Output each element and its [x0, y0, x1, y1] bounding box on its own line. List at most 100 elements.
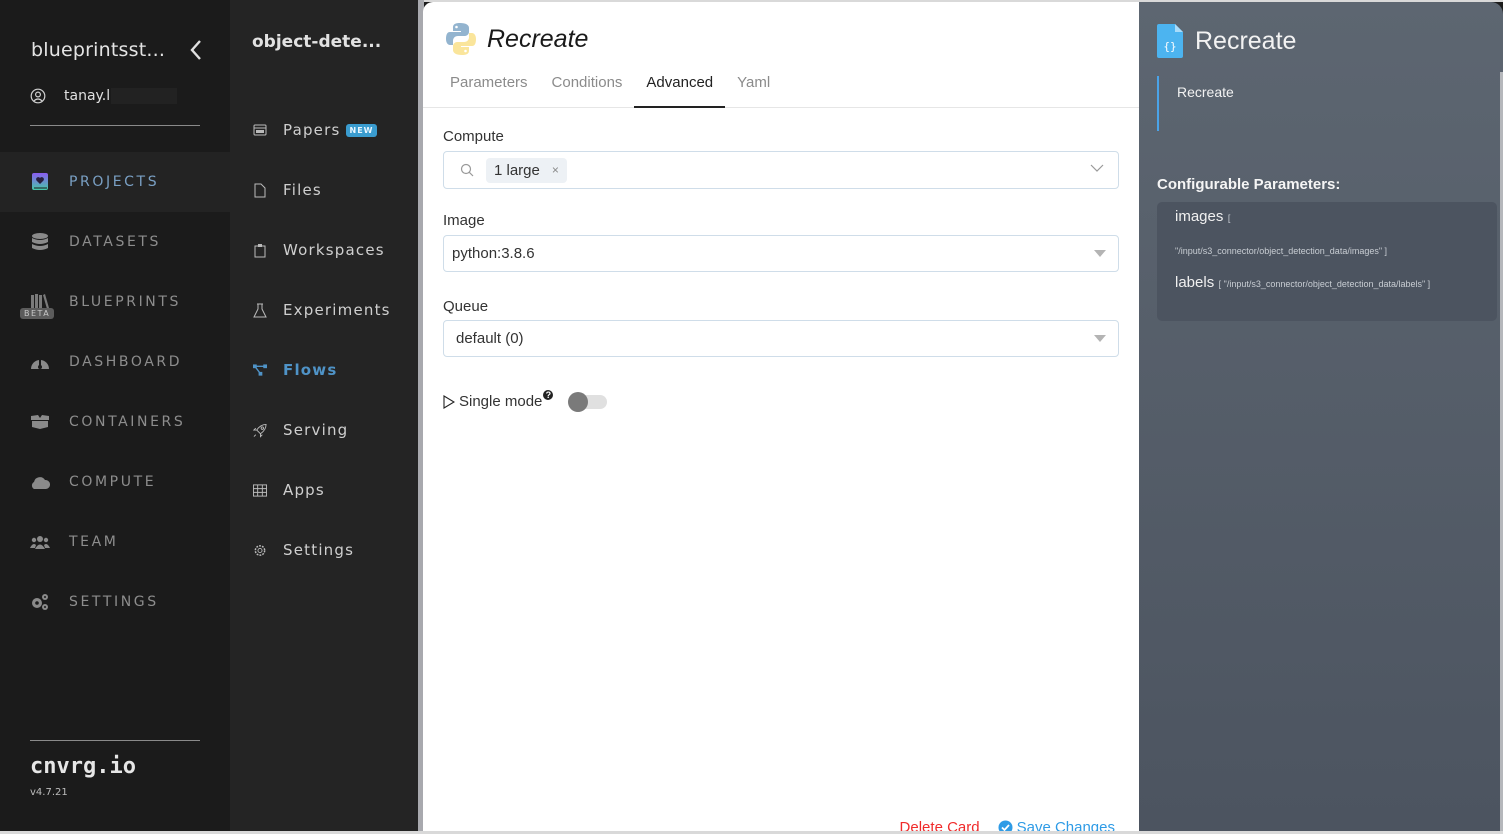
grid-icon — [253, 483, 267, 497]
database-icon — [30, 232, 50, 252]
nav-label: PROJECTS — [69, 174, 160, 190]
tab-bar: Parameters Conditions Advanced Yaml — [423, 64, 1139, 108]
nav-label: Settings — [283, 541, 355, 559]
nav-label: DASHBOARD — [69, 354, 183, 370]
param-name: images — [1175, 208, 1224, 225]
nav-label: BLUEPRINTS — [69, 294, 182, 310]
single-mode-toggle[interactable] — [568, 391, 608, 412]
user-menu[interactable]: tanay.l — [30, 88, 178, 104]
rocket-icon — [253, 423, 267, 438]
gear-icon — [253, 543, 267, 557]
help-icon[interactable]: ? — [543, 389, 554, 400]
tab-yaml[interactable]: Yaml — [725, 64, 782, 108]
team-icon — [30, 532, 50, 552]
info-header: {} Recreate — [1157, 24, 1296, 58]
nav-dashboard[interactable]: DASHBOARD — [0, 332, 230, 392]
image-select[interactable]: python:3.8.6 — [443, 235, 1119, 272]
project-nav-flows[interactable]: Flows — [230, 340, 418, 400]
cloud-icon — [30, 472, 50, 492]
project-nav-papers[interactable]: Papers NEW — [230, 100, 418, 160]
tab-conditions[interactable]: Conditions — [540, 64, 635, 108]
compute-select[interactable]: 1 large × — [443, 151, 1119, 189]
nav-label: Files — [283, 181, 322, 199]
card-description: Recreate — [1177, 84, 1234, 100]
project-nav-settings[interactable]: Settings — [230, 520, 418, 580]
params-list: images [ "/input/s3_connector/object_det… — [1157, 202, 1497, 321]
nav-label: Serving — [283, 421, 349, 439]
nav-team[interactable]: TEAM — [0, 512, 230, 572]
info-title: Recreate — [1195, 26, 1297, 55]
nav-label: Papers — [283, 121, 341, 139]
brand-logo[interactable]: cnvrg.io — [30, 754, 136, 779]
project-nav-serving[interactable]: Serving — [230, 400, 418, 460]
nav-blueprints[interactable]: BETA BLUEPRINTS — [0, 272, 230, 332]
divider — [30, 740, 200, 741]
nav-label: TEAM — [69, 534, 119, 550]
collapse-sidebar-button[interactable] — [186, 38, 206, 62]
tag-label: 1 large — [494, 161, 540, 179]
search-icon — [460, 163, 474, 177]
nav-label: COMPUTE — [69, 474, 157, 490]
project-nav: Papers NEW Files Workspaces Experiments … — [230, 100, 418, 580]
svg-text:{}: {} — [1163, 40, 1176, 53]
redacted-mask — [111, 88, 178, 104]
toggle-knob — [568, 391, 589, 412]
gears-icon — [30, 592, 50, 612]
single-mode-row: Single mode ? — [443, 389, 608, 412]
description-block: Recreate — [1157, 76, 1357, 131]
tab-parameters[interactable]: Parameters — [438, 64, 540, 108]
image-label: Image — [443, 212, 485, 229]
caret-down-icon — [1094, 335, 1106, 342]
org-row: blueprintsst... — [31, 38, 206, 62]
param-value: "/input/s3_connector/object_detection_da… — [1175, 246, 1388, 256]
papers-icon — [253, 123, 267, 137]
nav-containers[interactable]: CONTAINERS — [0, 392, 230, 452]
json-file-icon: {} — [1157, 24, 1183, 58]
param-row: labels [ "/input/s3_connector/object_det… — [1175, 274, 1479, 292]
nav-datasets[interactable]: DATASETS — [0, 212, 230, 272]
chevron-down-icon[interactable] — [1090, 163, 1104, 173]
nav-label: Workspaces — [283, 241, 385, 259]
queue-value: default (0) — [456, 330, 524, 347]
nav-label: SETTINGS — [69, 594, 159, 610]
user-name: tanay.l — [64, 88, 111, 104]
project-title[interactable]: object-dete... — [252, 32, 381, 52]
config-params-title: Configurable Parameters: — [1157, 176, 1341, 193]
single-mode-label: Single mode — [459, 393, 543, 410]
main-nav: PROJECTS DATASETS BETA BLUEPRINTS DASHBO… — [0, 152, 230, 632]
project-nav-apps[interactable]: Apps — [230, 460, 418, 520]
project-nav-workspaces[interactable]: Workspaces — [230, 220, 418, 280]
param-name: labels — [1175, 274, 1215, 291]
compute-label: Compute — [443, 128, 504, 145]
nav-label: Experiments — [283, 301, 391, 319]
project-nav-files[interactable]: Files — [230, 160, 418, 220]
card-title: Recreate — [487, 24, 589, 53]
play-icon — [443, 394, 455, 409]
flows-icon — [253, 363, 267, 377]
divider — [30, 125, 200, 126]
tag-remove-button[interactable]: × — [552, 163, 559, 177]
card-edit-panel: Recreate Parameters Conditions Advanced … — [423, 2, 1139, 834]
nav-compute[interactable]: COMPUTE — [0, 452, 230, 512]
file-icon — [253, 183, 267, 197]
nav-label: Flows — [283, 361, 338, 379]
projects-icon — [30, 172, 50, 192]
tab-advanced[interactable]: Advanced — [634, 64, 726, 108]
nav-projects[interactable]: PROJECTS — [0, 152, 230, 212]
queue-select[interactable]: default (0) — [443, 320, 1119, 357]
version-label: v4.7.21 — [30, 787, 68, 798]
project-sidebar: object-dete... Papers NEW Files Workspac… — [230, 0, 418, 834]
main-sidebar: blueprintsst... tanay.l PROJECTS DATASET… — [0, 0, 230, 834]
nav-settings[interactable]: SETTINGS — [0, 572, 230, 632]
python-icon — [446, 23, 476, 55]
box-icon — [30, 412, 50, 432]
chevron-left-icon — [190, 40, 201, 60]
org-name[interactable]: blueprintsst... — [31, 39, 165, 61]
image-value: python:3.8.6 — [452, 245, 535, 262]
param-open-bracket: [ — [1227, 213, 1231, 223]
nav-label: CONTAINERS — [69, 414, 186, 430]
nav-label: DATASETS — [69, 234, 162, 250]
clipboard-icon — [253, 243, 267, 257]
panel-header: Recreate — [445, 22, 588, 56]
project-nav-experiments[interactable]: Experiments — [230, 280, 418, 340]
